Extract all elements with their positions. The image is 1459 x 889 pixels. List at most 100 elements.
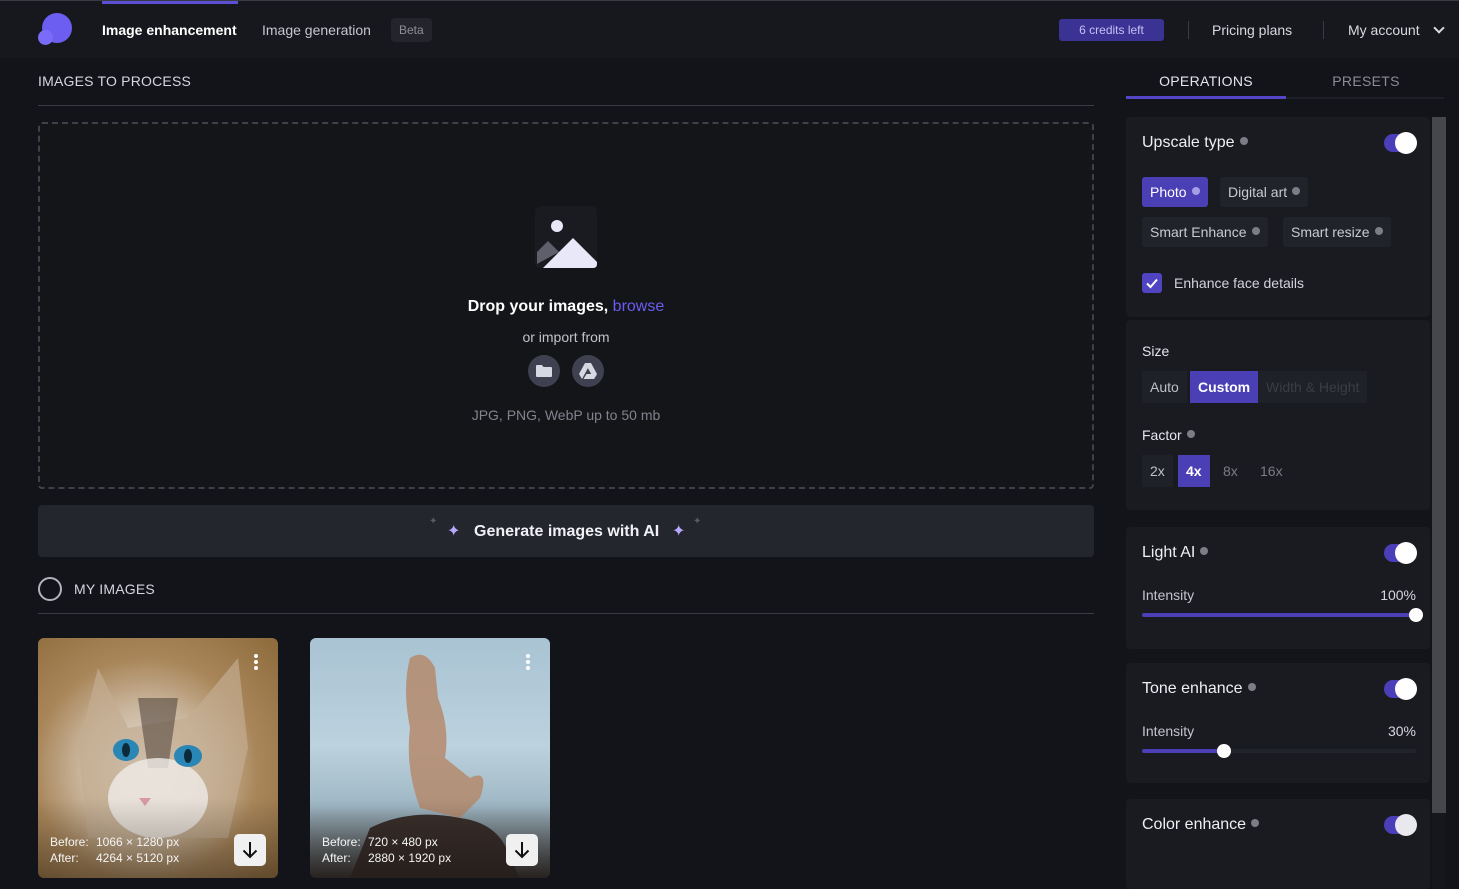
beta-badge: Beta xyxy=(391,18,432,42)
size-label: Size xyxy=(1142,343,1170,359)
factor-title: Factor xyxy=(1142,427,1195,443)
more-options-icon[interactable] xyxy=(254,654,258,672)
intensity-label: Intensity xyxy=(1142,723,1195,739)
light-ai-toggle[interactable] xyxy=(1384,542,1417,564)
light-ai-title: Light AI xyxy=(1142,544,1209,562)
select-all-images-radio[interactable] xyxy=(38,577,62,601)
supported-formats-text: JPG, PNG, WebP up to 50 mb xyxy=(471,407,661,423)
sparkle-icon: ✦ xyxy=(447,523,461,540)
info-icon[interactable] xyxy=(1251,819,1260,827)
factor-option-16x[interactable]: 16x xyxy=(1252,455,1291,487)
image-placeholder-icon xyxy=(535,206,597,268)
tab-operations[interactable]: OPERATIONS xyxy=(1126,73,1286,89)
browse-link[interactable]: browse xyxy=(613,298,665,315)
credits-badge[interactable]: 6 credits left xyxy=(1059,19,1164,41)
info-icon[interactable] xyxy=(1186,430,1195,438)
logo-circle-small xyxy=(38,30,53,45)
chip-label: Smart Enhance xyxy=(1150,224,1247,240)
slider-thumb[interactable] xyxy=(1409,608,1423,622)
factor-option-2x[interactable]: 2x xyxy=(1142,455,1173,487)
google-drive-icon xyxy=(579,363,597,379)
color-enhance-toggle[interactable] xyxy=(1384,814,1417,836)
import-from-folder-button[interactable] xyxy=(528,355,560,387)
tab-presets[interactable]: PRESETS xyxy=(1286,73,1446,89)
size-option-auto[interactable]: Auto xyxy=(1142,371,1187,403)
upscale-option-smart-resize[interactable]: Smart resize xyxy=(1283,217,1391,247)
light-ai-card: Light AI Intensity 100% xyxy=(1126,527,1430,649)
nav-image-enhancement[interactable]: Image enhancement xyxy=(102,21,237,39)
chip-label: Smart resize xyxy=(1291,224,1370,240)
generate-with-ai-label: Generate images with AI xyxy=(474,523,660,540)
chevron-down-icon[interactable] xyxy=(1433,22,1445,34)
color-enhance-card: Color enhance xyxy=(1126,799,1430,889)
tone-enhance-title: Tone enhance xyxy=(1142,680,1256,698)
my-account-menu[interactable]: My account xyxy=(1348,21,1420,39)
intensity-value: 30% xyxy=(1387,723,1416,739)
tone-enhance-intensity-slider[interactable] xyxy=(1142,744,1416,758)
image-card[interactable]: Before: 1066 × 1280 px After: 4264 × 5120 … xyxy=(38,638,278,878)
panel-scrollbar-thumb[interactable] xyxy=(1432,117,1446,813)
download-arrow-icon xyxy=(514,842,530,859)
drop-text: Drop your images, xyxy=(467,298,609,315)
enhance-face-details-checkbox[interactable] xyxy=(1142,273,1162,293)
sparkle-icon: ✦ xyxy=(693,516,702,527)
light-ai-intensity-slider[interactable] xyxy=(1142,608,1423,622)
factor-option-8x[interactable]: 8x xyxy=(1215,455,1246,487)
factor-option-4x[interactable]: 4x xyxy=(1178,455,1210,487)
chip-label: Photo xyxy=(1150,184,1187,200)
color-enhance-title: Color enhance xyxy=(1142,816,1260,834)
tone-enhance-label: Tone enhance xyxy=(1142,680,1243,697)
before-label: Before: xyxy=(322,835,361,849)
after-size: 4264 × 5120 px xyxy=(96,851,180,865)
slider-fill xyxy=(1142,749,1225,753)
info-icon[interactable] xyxy=(1374,227,1383,235)
pricing-plans-link[interactable]: Pricing plans xyxy=(1212,21,1292,39)
upscale-option-digital-art[interactable]: Digital art xyxy=(1220,177,1309,207)
intensity-label: Intensity xyxy=(1142,587,1195,603)
after-label: After: xyxy=(50,851,79,865)
info-icon[interactable] xyxy=(1292,187,1301,195)
nav-image-generation[interactable]: Image generation xyxy=(262,21,371,39)
more-options-icon[interactable] xyxy=(526,654,530,672)
tone-enhance-card: Tone enhance Intensity 30% xyxy=(1126,663,1430,783)
checkmark-icon xyxy=(1146,278,1158,289)
my-images-heading: MY IMAGES xyxy=(74,581,155,597)
after-size: 2880 × 1920 px xyxy=(368,851,452,865)
upscale-type-toggle[interactable] xyxy=(1384,132,1417,154)
section-divider xyxy=(38,105,1094,106)
images-to-process-heading: IMAGES TO PROCESS xyxy=(38,73,192,89)
download-button[interactable] xyxy=(234,834,266,866)
app-logo[interactable] xyxy=(38,13,72,47)
active-nav-indicator xyxy=(102,1,238,4)
info-icon[interactable] xyxy=(1239,137,1248,145)
download-button[interactable] xyxy=(506,834,538,866)
folder-icon xyxy=(536,365,552,377)
after-label: After: xyxy=(322,851,351,865)
upscale-type-label: Upscale type xyxy=(1142,134,1235,151)
sparkle-icon: ✦ xyxy=(672,523,686,540)
toggle-knob xyxy=(1395,132,1417,154)
import-from-text: or import from xyxy=(522,329,610,345)
light-ai-label: Light AI xyxy=(1142,544,1196,561)
slider-thumb[interactable] xyxy=(1217,744,1232,758)
upscale-option-smart-enhance[interactable]: Smart Enhance xyxy=(1142,217,1268,247)
info-icon[interactable] xyxy=(1247,683,1256,691)
info-icon[interactable] xyxy=(1200,547,1209,555)
slider-fill xyxy=(1142,613,1416,617)
top-navigation-bar: Image enhancement Image generation Beta … xyxy=(0,0,1459,58)
before-label: Before: xyxy=(50,835,89,849)
toggle-knob xyxy=(1395,678,1417,700)
before-size: 720 × 480 px xyxy=(368,835,438,849)
header-divider xyxy=(1188,21,1189,39)
size-option-custom[interactable]: Custom xyxy=(1190,371,1259,403)
import-from-google-drive-button[interactable] xyxy=(572,355,604,387)
active-tab-underline xyxy=(1126,96,1286,99)
upscale-option-photo[interactable]: Photo xyxy=(1142,177,1208,207)
image-dimensions: Before: 720 × 480 px After: 2880 × 1920 px xyxy=(322,834,451,866)
info-icon[interactable] xyxy=(1191,187,1200,195)
intensity-value: 100% xyxy=(1380,587,1416,603)
before-size: 1066 × 1280 px xyxy=(96,835,180,849)
info-icon[interactable] xyxy=(1251,227,1260,235)
tone-enhance-toggle[interactable] xyxy=(1384,678,1417,700)
image-card[interactable]: Before: 720 × 480 px After: 2880 × 1920 px xyxy=(310,638,550,878)
